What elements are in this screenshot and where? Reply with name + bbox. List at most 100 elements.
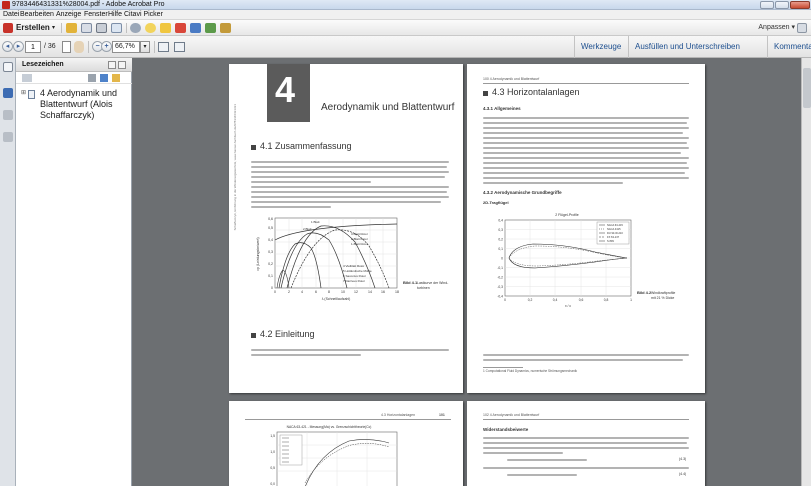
x-tick-label: 8 [328,290,330,294]
legend-label: S 809 [607,239,614,243]
y-tick-label: 0,1 [268,274,273,278]
maximize-button[interactable] [775,1,789,9]
next-page-button[interactable]: ▸ [13,41,24,52]
x-axis-label: λ (Schnelllaufzahl) [322,297,351,301]
scrollbar-thumb[interactable] [803,68,811,108]
bookmark-options-icon[interactable] [22,74,32,82]
document-view[interactable]: Schaffarczyk, Einführung in die Windener… [133,58,811,486]
attachments-icon[interactable] [3,110,13,120]
legend-label: 5 Holländische Mühle [343,269,372,273]
create-button[interactable]: Erstellen ▾ [2,22,58,34]
sticky-note-icon[interactable] [160,23,171,33]
fit-page-icon[interactable] [174,42,185,52]
y-tick-label: -0,3 [497,285,503,289]
subheading: Widerstandsbeiwerte [483,427,529,432]
zoom-level-input[interactable]: 66,7% [112,41,140,53]
x-tick-label: 6 [315,290,317,294]
tab-ausfuellen-und-unterschreiben[interactable]: Ausfüllen und Unterschreiben [628,36,746,58]
x-tick-label: 16 [381,290,385,294]
vertical-scrollbar[interactable] [801,58,811,486]
menu-hilfe[interactable]: Hilfe [108,10,122,20]
section-marker [251,333,256,338]
pdf-export-icon[interactable] [175,23,186,33]
create-button-label: Erstellen [16,23,50,32]
section-marker [483,91,488,96]
y-tick-label: -0,1 [497,266,503,270]
pdf-page-99: Schaffarczyk, Einführung in die Windener… [229,64,463,393]
share-icon[interactable] [220,23,231,33]
page-thumbnails-icon[interactable] [3,62,13,72]
x-tick-label: 4 [301,290,303,294]
main-toolbar: Erstellen ▾ Anpassen ▾ [0,20,811,36]
y-tick-label: 0 [501,257,503,261]
email-icon[interactable] [111,23,122,33]
previous-page-button[interactable]: ◂ [2,41,13,52]
header-rule [483,83,689,84]
tab-kommentar[interactable]: Kommentar [767,36,811,58]
pdf-page-100: 100 4 Aerodynamik und Blattentwurf 4.3 H… [467,64,705,393]
expand-bookmark-icon[interactable] [112,74,120,82]
figure-caption-line2: turbinen [417,286,430,290]
expand-icon[interactable] [797,23,807,33]
chart-title: NACA 63-421 - Messung(Ma) vs. Grenzschic… [287,425,372,429]
menu-datei[interactable]: Datei [3,10,19,20]
zoom-in-button[interactable]: + [101,41,112,52]
bookmark-page-icon [28,90,35,99]
page-number: 101 [439,413,445,417]
collapse-panel-icon[interactable] [118,61,126,69]
panel-options-icon[interactable] [108,61,116,69]
y-tick-label: 0,6 [268,217,273,221]
bookmarks-icon[interactable] [3,88,13,98]
cp-lambda-chart: 1 Blatt 2 Blatt 3-Blatt Rotor 2-Blatt Ro… [256,217,449,301]
subsection-4-3-2-heading: 4.3.2 Aerodynamische Grundbegriffe [483,190,562,195]
menu-bearbeiten[interactable]: Bearbeiten [20,10,54,20]
y-tick-label: 0 [271,286,273,290]
equation-number: (4.3) [679,457,687,461]
fit-width-icon[interactable] [158,42,169,52]
form-icon[interactable] [190,23,201,33]
customize-button[interactable]: Anpassen ▾ [758,23,795,33]
legend-label: NACA 63-415 [607,223,623,227]
legend-label: 1 Blatt [311,220,320,224]
close-button[interactable] [790,1,810,9]
combine-icon[interactable] [205,23,216,33]
new-bookmark-icon[interactable] [100,74,108,82]
minimize-button[interactable] [760,1,774,9]
bookmarks-header: Lesezeichen [16,58,132,72]
signatures-icon[interactable] [3,132,13,142]
legend-label: 2 Blatt [303,227,312,231]
chapter-title: Aerodynamik und Blattentwurf [321,102,455,113]
chart-title: 2 Flügel-Profile [555,213,579,217]
page-header: 102 4 Aerodynamik und Blattentwurf [483,413,540,417]
open-folder-icon[interactable] [66,23,77,33]
x-tick-label: 0,8 [604,298,609,302]
comment-icon[interactable] [145,23,156,33]
save-icon[interactable] [81,23,92,33]
bookmark-item[interactable]: 4 Aerodynamik und Blattentwurf (Alois Sc… [40,88,132,121]
x-tick-label: 0 [504,298,506,302]
expand-toggle-icon[interactable]: ⊞ [21,88,26,98]
page-number-input[interactable] [25,41,41,53]
subsection-4-3-1-heading: 4.3.1 Allgemeines [483,106,521,111]
airfoil-subheading: 2D-Tragflügel [483,200,509,205]
tab-werkzeuge[interactable]: Werkzeuge [574,36,627,58]
chapter-number: 4 [275,69,296,110]
menu-anzeige[interactable]: Anzeige [56,10,81,20]
x-tick-label: 1 [630,298,632,302]
select-tool-icon[interactable] [62,41,71,53]
print-icon[interactable] [96,23,107,33]
menu-fenster[interactable]: Fenster [84,10,108,20]
page-header: 4.3 Horizontalanlagen [381,413,416,417]
hand-tool-icon[interactable] [74,41,84,53]
zoom-dropdown[interactable]: ▾ [140,41,150,53]
legend-label: 6 Savonius Rotor [343,274,366,278]
toolbar-separator [154,41,155,53]
x-tick-label: 2 [288,290,290,294]
menu-citavi-picker[interactable]: Citavi Picker [124,10,163,20]
legend-label: 1-Blatt Rotor [351,242,368,246]
delete-bookmark-icon[interactable] [88,74,96,82]
settings-icon[interactable] [130,23,141,33]
pdf-page-101: 4.3 Horizontalanlagen 101 NACA 63-421 - … [229,401,463,486]
legend-label: 3-Blatt Rotor [351,232,368,236]
header-rule [483,419,689,420]
